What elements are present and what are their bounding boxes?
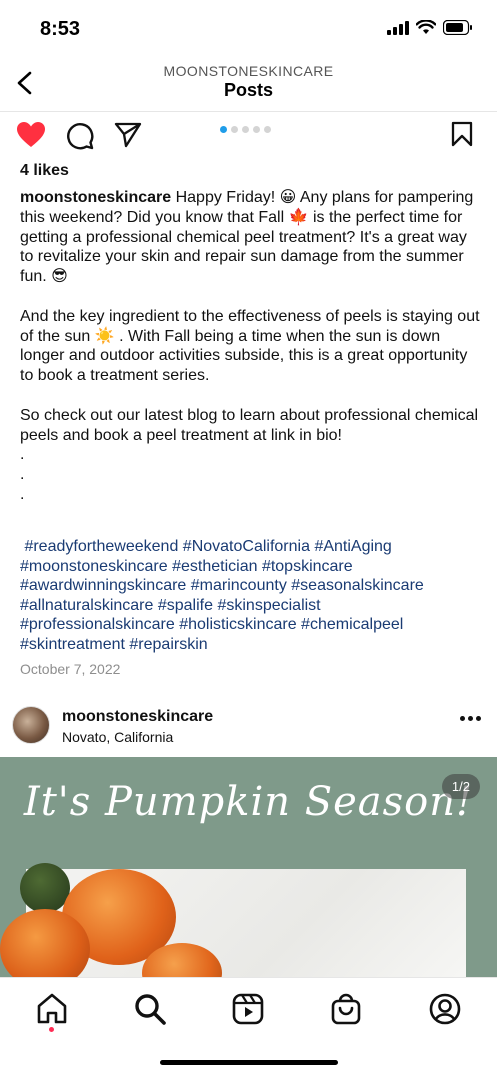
- hashtag-link[interactable]: #skintreatment: [20, 636, 125, 653]
- more-icon[interactable]: [460, 716, 481, 721]
- paper-plane-icon[interactable]: [114, 122, 142, 148]
- caption-dot: .: [20, 466, 25, 484]
- shopping-bag-icon[interactable]: [329, 992, 363, 1026]
- image-title: It's Pumpkin Season!: [23, 779, 474, 825]
- home-icon[interactable]: [35, 992, 69, 1026]
- hashtag-line: #readyfortheweekend #NovatoCalifornia #A…: [20, 537, 485, 557]
- caption-paragraph: moonstoneskincare Happy Friday! 😀 Any pl…: [20, 188, 480, 287]
- hashtag-link[interactable]: #professionalskincare: [20, 616, 175, 633]
- hashtag-link[interactable]: #marincounty: [191, 577, 287, 594]
- nav-header: MOONSTONESKINCARE Posts: [0, 56, 497, 112]
- carousel-indicator: [220, 126, 271, 133]
- hashtag-link[interactable]: #readyfortheweekend: [24, 538, 178, 555]
- hashtag-link[interactable]: #holisticskincare: [179, 616, 296, 633]
- likes-count[interactable]: 4 likes: [20, 162, 69, 180]
- post-image[interactable]: It's Pumpkin Season! 1/2: [0, 757, 497, 977]
- signal-icon: [387, 20, 409, 35]
- page-title: Posts: [223, 80, 274, 100]
- hashtag-link[interactable]: #NovatoCalifornia: [183, 538, 310, 555]
- carousel-dot: [242, 126, 249, 133]
- hashtag-line: #moonstoneskincare #esthetician #topskin…: [20, 557, 485, 577]
- status-bar: 8:53: [0, 0, 497, 56]
- post-actions: [0, 112, 497, 158]
- hashtag-link[interactable]: #allnaturalskincare: [20, 597, 153, 614]
- caption-paragraph: So check out our latest blog to learn ab…: [20, 406, 479, 444]
- hashtag-link[interactable]: #esthetician: [172, 558, 257, 575]
- hashtag-link[interactable]: #chemicalpeel: [301, 616, 403, 633]
- caption-username[interactable]: moonstoneskincare: [20, 189, 171, 206]
- next-post-header: moonstoneskincare Novato, California: [0, 700, 497, 752]
- avatar[interactable]: [12, 706, 50, 744]
- carousel-dot: [220, 126, 227, 133]
- hashtag-line: #skintreatment #repairskin: [20, 635, 485, 655]
- post-location[interactable]: Novato, California: [62, 729, 173, 745]
- caption-dot: .: [20, 446, 25, 464]
- hashtag-link[interactable]: #topskincare: [262, 558, 353, 575]
- carousel-dot: [253, 126, 260, 133]
- hashtag-link[interactable]: #repairskin: [129, 636, 207, 653]
- hashtags: #readyfortheweekend #NovatoCalifornia #A…: [20, 537, 485, 654]
- post-username[interactable]: moonstoneskincare: [62, 708, 213, 726]
- profile-icon[interactable]: [428, 992, 462, 1026]
- bookmark-icon[interactable]: [451, 121, 473, 147]
- caption-dot: .: [20, 486, 25, 504]
- hashtag-line: #awardwinningskincare #marincounty #seas…: [20, 576, 485, 596]
- hashtag-link[interactable]: #AntiAging: [314, 538, 391, 555]
- hashtag-link[interactable]: #awardwinningskincare: [20, 577, 186, 594]
- header-account: MOONSTONESKINCARE: [163, 63, 334, 79]
- caption-paragraph: And the key ingredient to the effectiven…: [20, 307, 480, 385]
- hashtag-line: #allnaturalskincare #spalife #skinspecia…: [20, 596, 485, 616]
- reels-icon[interactable]: [231, 992, 265, 1026]
- carousel-dot: [231, 126, 238, 133]
- search-icon[interactable]: [133, 992, 167, 1026]
- image-counter: 1/2: [441, 774, 480, 799]
- hashtag-link[interactable]: #seasonalskincare: [291, 577, 424, 594]
- carousel-dot: [264, 126, 271, 133]
- hashtag-line: #professionalskincare #holisticskincare …: [20, 615, 485, 635]
- hashtag-link[interactable]: #skinspecialist: [217, 597, 320, 614]
- hashtag-link[interactable]: #moonstoneskincare: [20, 558, 168, 575]
- heart-icon[interactable]: [16, 121, 46, 149]
- battery-icon: [443, 20, 472, 35]
- comment-icon[interactable]: [66, 122, 94, 150]
- home-indicator: [160, 1060, 338, 1065]
- status-icons: [387, 20, 473, 35]
- home-notification-dot: [49, 1027, 54, 1032]
- status-time: 8:53: [40, 18, 81, 40]
- hashtag-link[interactable]: #spalife: [158, 597, 213, 614]
- post-date: October 7, 2022: [20, 661, 121, 677]
- wifi-icon: [416, 20, 436, 34]
- post-caption: moonstoneskincare Happy Friday! 😀 Any pl…: [20, 188, 480, 505]
- pumpkin-photo: [0, 863, 466, 977]
